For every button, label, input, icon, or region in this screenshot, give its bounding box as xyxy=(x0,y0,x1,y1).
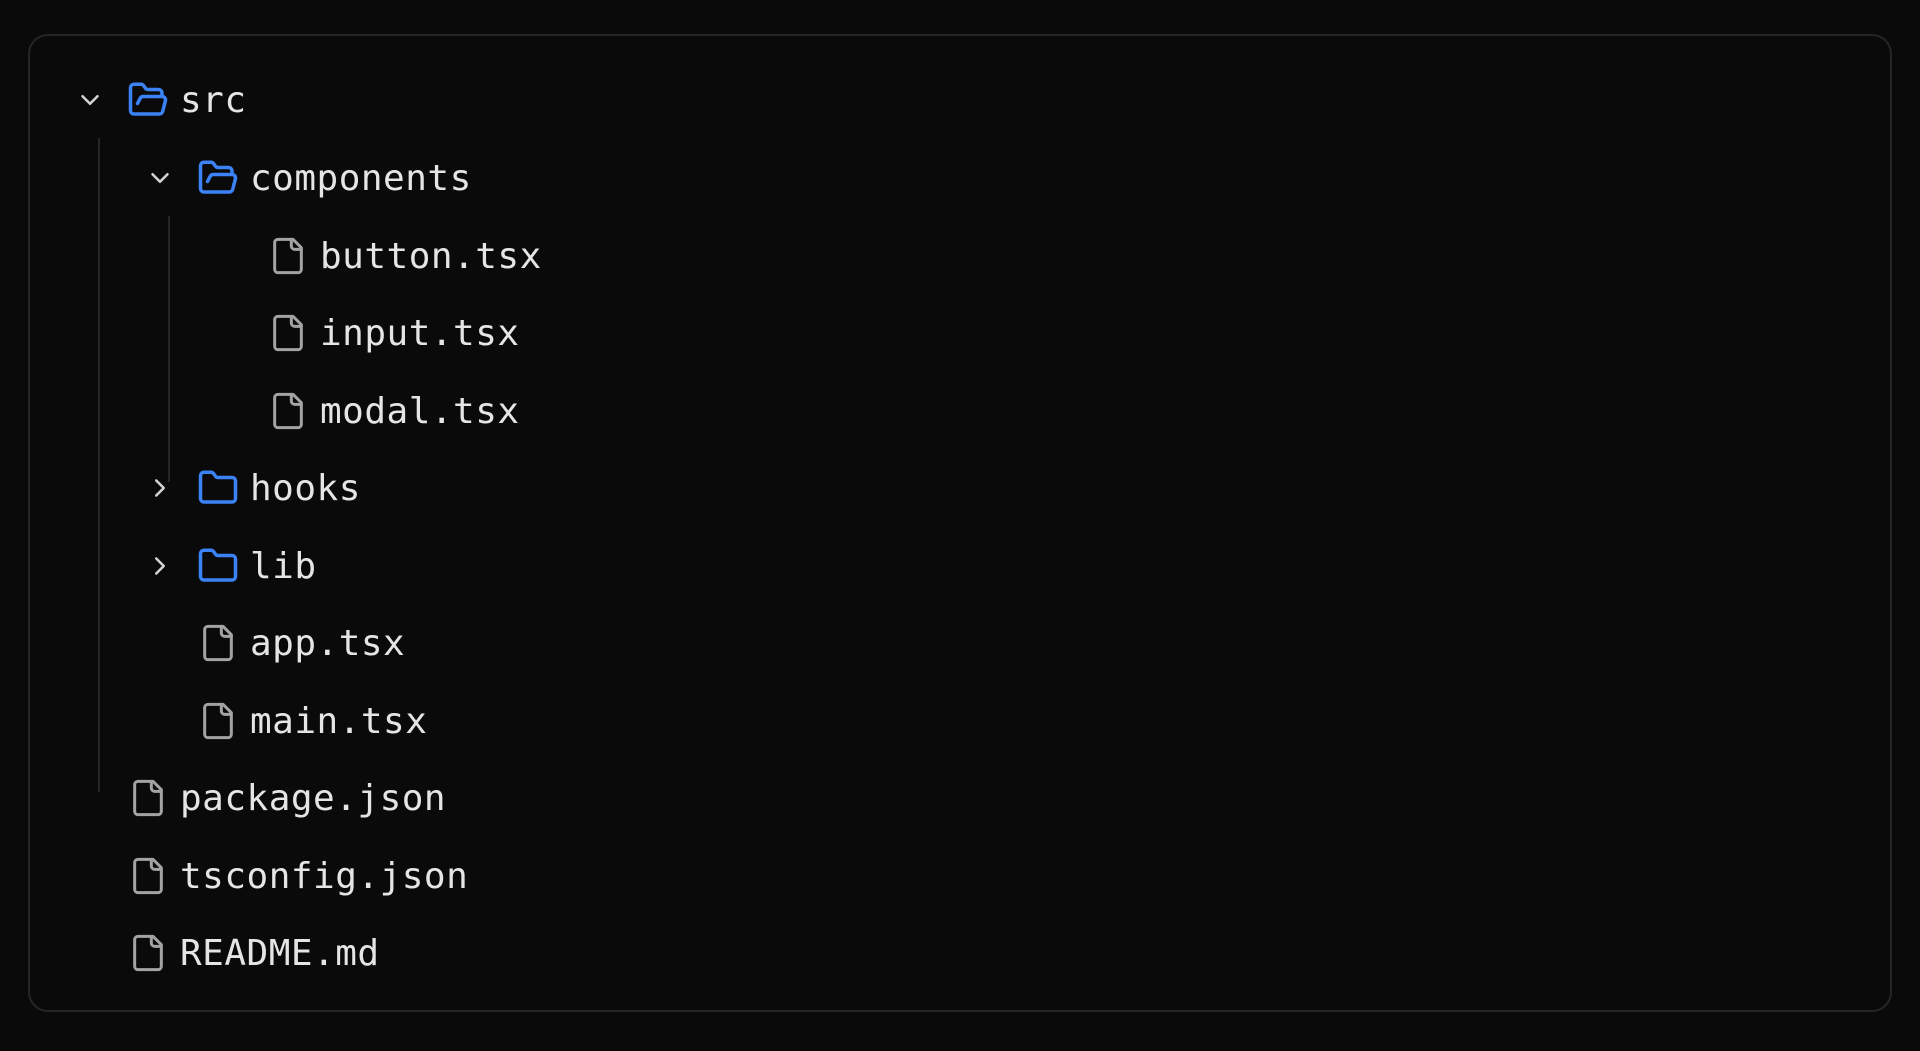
tree-item-src[interactable]: src xyxy=(70,61,247,139)
chevron-down-icon[interactable] xyxy=(140,158,180,198)
tree-item-package-json[interactable]: package.json xyxy=(70,759,446,837)
file-tree-panel: src components button.tsx input.tsx moda… xyxy=(28,34,1892,1012)
tree-item-label: input.tsx xyxy=(320,312,520,354)
tree-item-label: README.md xyxy=(180,932,380,974)
indent-guide-components xyxy=(168,216,170,482)
tree-item-label: hooks xyxy=(250,467,361,509)
tree-item-label: src xyxy=(180,79,247,121)
indent-guide-src xyxy=(98,138,100,792)
chevron-right-icon[interactable] xyxy=(140,546,180,586)
tree-item-modal-tsx[interactable]: modal.tsx xyxy=(210,372,520,450)
tree-item-label: modal.tsx xyxy=(320,390,520,432)
tree-item-label: main.tsx xyxy=(250,700,428,742)
file-icon xyxy=(196,699,240,743)
tree-item-readme-md[interactable]: README.md xyxy=(70,914,380,992)
file-icon xyxy=(196,621,240,665)
file-icon xyxy=(266,389,310,433)
tree-item-label: lib xyxy=(250,545,317,587)
tree-item-label: app.tsx xyxy=(250,622,406,664)
file-icon xyxy=(126,854,170,898)
file-icon xyxy=(126,931,170,975)
tree-item-app-tsx[interactable]: app.tsx xyxy=(140,604,405,682)
file-icon xyxy=(126,776,170,820)
tree-item-components[interactable]: components xyxy=(140,139,472,217)
folder-icon xyxy=(196,544,240,588)
folder-open-icon xyxy=(196,156,240,200)
tree-item-label: package.json xyxy=(180,777,447,819)
tree-item-input-tsx[interactable]: input.tsx xyxy=(210,294,520,372)
tree-item-label: button.tsx xyxy=(320,235,542,277)
file-icon xyxy=(266,234,310,278)
chevron-down-icon[interactable] xyxy=(70,80,110,120)
tree-item-label: tsconfig.json xyxy=(180,855,469,897)
tree-item-tsconfig-json[interactable]: tsconfig.json xyxy=(70,837,468,915)
tree-item-label: components xyxy=(250,157,472,199)
tree-item-main-tsx[interactable]: main.tsx xyxy=(140,682,427,760)
tree-item-lib[interactable]: lib xyxy=(140,527,317,605)
tree-item-button-tsx[interactable]: button.tsx xyxy=(210,217,542,295)
folder-open-icon xyxy=(126,78,170,122)
chevron-right-icon[interactable] xyxy=(140,468,180,508)
tree-item-hooks[interactable]: hooks xyxy=(140,449,361,527)
folder-icon xyxy=(196,466,240,510)
file-icon xyxy=(266,311,310,355)
